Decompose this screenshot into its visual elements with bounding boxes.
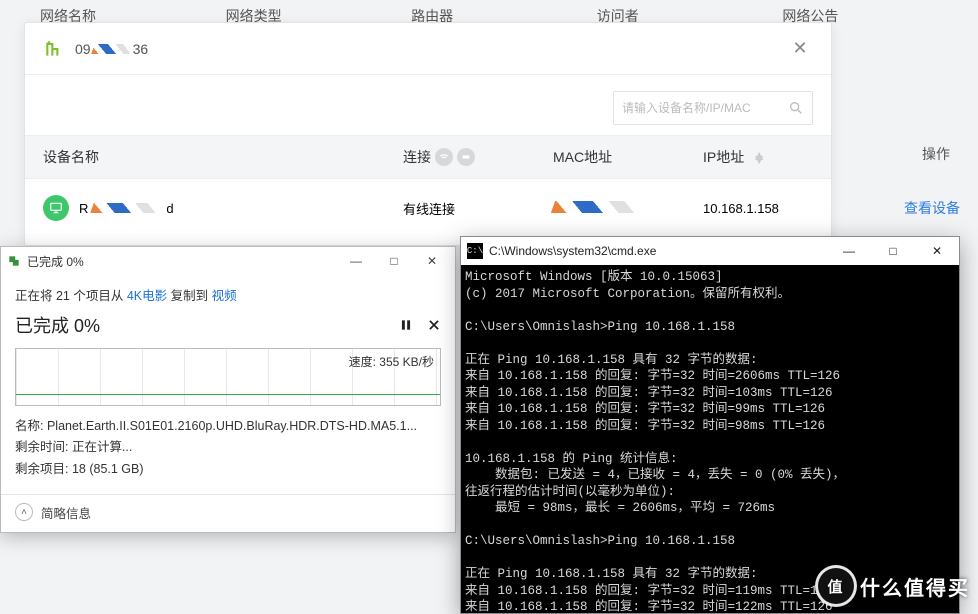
details-toggle[interactable]: ˄ 简略信息 xyxy=(1,494,455,532)
speed-graph: 速度: 355 KB/秒 xyxy=(15,348,441,406)
copy-title: 已完成 0% xyxy=(27,253,84,270)
device-table-header: 设备名称 连接 MAC地址 IP地址 ▲▼ xyxy=(25,135,831,179)
router-logo-icon xyxy=(43,38,65,60)
panel-title: 09 36 xyxy=(75,41,148,57)
cmd-window: C:\ C:\Windows\system32\cmd.exe — □ ✕ Mi… xyxy=(460,236,960,614)
maximize-button[interactable]: □ xyxy=(377,250,411,272)
cmd-titlebar[interactable]: C:\ C:\Windows\system32\cmd.exe — □ ✕ xyxy=(461,237,959,265)
col-mac: MAC地址 xyxy=(553,147,703,167)
cmd-maximize-button[interactable]: □ xyxy=(871,237,915,265)
dest-link[interactable]: 视频 xyxy=(212,289,237,303)
bg-op-header: 操作 xyxy=(922,144,950,164)
speed-value: 速度: 355 KB/秒 xyxy=(349,353,434,370)
device-name: R d xyxy=(79,201,174,216)
cancel-button[interactable] xyxy=(427,318,441,332)
panel-close-icon[interactable]: ✕ xyxy=(787,36,813,62)
close-button[interactable]: ✕ xyxy=(415,250,449,272)
panel-header: 09 36 ✕ xyxy=(25,23,831,75)
view-devices-link[interactable]: 查看设备 xyxy=(904,198,960,218)
connection-type: 有线连接 xyxy=(403,199,553,218)
minimize-button[interactable]: — xyxy=(339,250,373,272)
device-search-input[interactable] xyxy=(613,91,813,125)
mac-value xyxy=(553,201,703,216)
wifi-icon xyxy=(435,148,453,166)
progress-label: 已完成 0% xyxy=(15,312,100,338)
cmd-title: C:\Windows\system32\cmd.exe xyxy=(489,244,656,258)
router-devices-panel: 09 36 ✕ 设备名称 连接 MAC地址 IP地址 ▲▼ R xyxy=(24,22,832,246)
cmd-app-icon: C:\ xyxy=(467,243,483,259)
source-link[interactable]: 4K电影 xyxy=(127,289,167,303)
watermark: 值 什么值得买 xyxy=(818,568,970,604)
pause-button[interactable] xyxy=(399,318,413,332)
cmd-minimize-button[interactable]: — xyxy=(827,237,871,265)
cmd-output[interactable]: Microsoft Windows [版本 10.0.15063] (c) 20… xyxy=(461,265,959,613)
search-icon xyxy=(788,100,804,116)
chevron-up-icon: ˄ xyxy=(15,503,33,521)
col-device: 设备名称 xyxy=(43,147,403,167)
file-copy-dialog: 已完成 0% — □ ✕ 正在将 21 个项目从 4K电影 复制到 视频 已完成… xyxy=(0,246,456,533)
cmd-close-button[interactable]: ✕ xyxy=(915,237,959,265)
col-ip: IP地址 ▲▼ xyxy=(703,147,813,167)
wired-icon xyxy=(457,148,475,166)
ip-value: 10.168.1.158 xyxy=(703,201,813,216)
watermark-badge-icon: 值 xyxy=(818,568,854,604)
copy-meta: 名称: Planet.Earth.II.S01E01.2160p.UHD.Blu… xyxy=(15,416,441,480)
copy-titlebar[interactable]: 已完成 0% — □ ✕ xyxy=(1,247,455,275)
sort-icon[interactable]: ▲▼ xyxy=(752,153,766,161)
copy-app-icon xyxy=(7,254,21,268)
col-connection: 连接 xyxy=(403,147,553,167)
device-icon xyxy=(43,195,69,221)
copy-description: 正在将 21 个项目从 4K电影 复制到 视频 xyxy=(15,285,441,304)
